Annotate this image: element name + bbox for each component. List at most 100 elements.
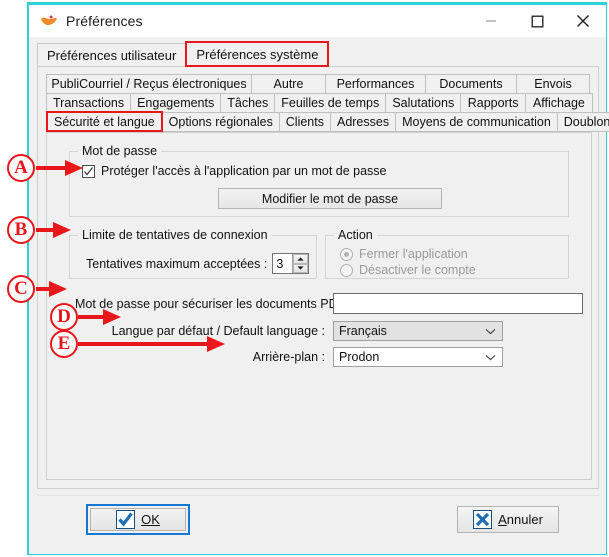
tab-label: Préférences utilisateur: [47, 47, 177, 63]
subtab-affichage[interactable]: Affichage: [524, 93, 593, 113]
subtab-securite-et-langue[interactable]: Sécurité et langue: [46, 111, 163, 132]
subtab-label: Adresses: [336, 115, 390, 129]
ok-button[interactable]: OK: [90, 508, 186, 531]
subtab-engagements[interactable]: Engagements: [130, 93, 222, 113]
subtab-label: Transactions: [53, 96, 125, 110]
subtab-label: Moyens de communication: [402, 115, 551, 129]
background-row: Arrière-plan : Prodon: [75, 347, 503, 367]
max-attempts-row: Tentatives maximum acceptées : 3: [86, 253, 310, 274]
pdf-password-row: Mot de passe pour sécuriser les document…: [75, 293, 583, 314]
max-attempts-stepper[interactable]: 3: [272, 253, 310, 274]
subtab-label: Envois: [534, 77, 572, 91]
subtab-salutations[interactable]: Salutations: [385, 93, 462, 113]
subtab-moyens-de-communication[interactable]: Moyens de communication: [395, 112, 558, 132]
cross-icon: [473, 510, 493, 529]
chevron-up-icon: [297, 257, 304, 261]
tab-label: Préférences système: [196, 46, 319, 62]
tab-preferences-utilisateur[interactable]: Préférences utilisateur: [37, 43, 187, 67]
footer-separator: [37, 495, 599, 496]
protect-access-checkbox-row[interactable]: Protéger l'accès à l'application par un …: [82, 164, 387, 178]
subtab-label: Performances: [336, 77, 415, 91]
window-title: Préférences: [66, 13, 143, 29]
radio-desactiver-compte-label: Désactiver le compte: [359, 263, 476, 277]
radio-fermer-application: [340, 247, 353, 261]
stepper-buttons: [292, 254, 309, 273]
subtab-performances[interactable]: Performances: [325, 74, 426, 94]
subtab-label: PubliCourriel / Reçus électroniques: [51, 77, 247, 91]
minimize-icon: [486, 20, 496, 22]
cancel-rest: nnuler: [506, 512, 543, 527]
chevron-down-icon: [485, 354, 496, 360]
action-group-legend: Action: [334, 228, 377, 242]
subtab-autre[interactable]: Autre: [251, 74, 326, 94]
main-tabstrip: Préférences utilisateur Préférences syst…: [37, 41, 330, 67]
subtab-label: Doublons: [563, 115, 609, 129]
password-groupbox: Mot de passe Protéger l'accès à l'applic…: [69, 144, 569, 217]
stepper-down-button[interactable]: [293, 263, 309, 273]
background-value: Prodon: [339, 350, 380, 364]
maximize-button[interactable]: [514, 5, 560, 37]
subtab-label: Engagements: [137, 96, 215, 110]
cancel-button[interactable]: Annuler: [457, 506, 559, 533]
subtab-label: Documents: [439, 77, 503, 91]
sub-tabstrip: PubliCourriel / Reçus électroniques Autr…: [46, 74, 609, 132]
checkmark-icon: [84, 166, 93, 175]
pdf-password-label: Mot de passe pour sécuriser les document…: [75, 296, 353, 311]
subtab-label: Affichage: [532, 96, 585, 110]
password-group-legend: Mot de passe: [78, 144, 162, 158]
subtab-adresses[interactable]: Adresses: [329, 112, 397, 132]
preferences-window: Préférences Préférences utilisateur Préf…: [27, 2, 609, 555]
stepper-up-button[interactable]: [293, 254, 309, 264]
modify-password-button[interactable]: Modifier le mot de passe: [218, 188, 442, 209]
max-attempts-label: Tentatives maximum acceptées :: [86, 256, 268, 271]
login-attempts-group-legend: Limite de tentatives de connexion: [78, 228, 272, 242]
default-language-label: Langue par défaut / Default language :: [111, 324, 325, 338]
tab-preferences-systeme[interactable]: Préférences système: [185, 41, 330, 67]
radio-row-fermer-application: Fermer l'application: [340, 247, 468, 261]
subtab-doublons[interactable]: Doublons: [556, 112, 609, 132]
securite-et-langue-page: Mot de passe Protéger l'accès à l'applic…: [46, 132, 592, 480]
protect-access-label: Protéger l'accès à l'application par un …: [101, 164, 387, 178]
subtab-envois[interactable]: Envois: [516, 74, 590, 94]
radio-fermer-application-label: Fermer l'application: [359, 247, 468, 261]
login-attempts-groupbox: Limite de tentatives de connexion Tentat…: [69, 228, 317, 279]
subtab-rapports[interactable]: Rapports: [460, 93, 526, 113]
default-language-row: Langue par défaut / Default language : F…: [75, 321, 503, 341]
radio-row-desactiver-compte: Désactiver le compte: [340, 263, 476, 277]
sub-tabrow-2: Transactions Engagements Tâches Feuilles…: [46, 93, 593, 113]
default-language-value: Français: [339, 324, 387, 338]
subtab-options-regionales[interactable]: Options régionales: [161, 112, 280, 132]
pdf-password-input[interactable]: [333, 293, 583, 314]
subtab-label: Feuilles de temps: [281, 96, 380, 110]
subtab-clients[interactable]: Clients: [278, 112, 331, 132]
background-select[interactable]: Prodon: [333, 347, 503, 367]
ok-label-text: OK: [141, 512, 160, 527]
close-icon: [577, 15, 589, 27]
subtab-label: Sécurité et langue: [54, 114, 155, 129]
subtab-taches[interactable]: Tâches: [220, 93, 276, 113]
subtab-label: Salutations: [392, 96, 455, 110]
default-language-select[interactable]: Français: [333, 321, 503, 341]
subtab-label: Options régionales: [168, 115, 273, 129]
close-button[interactable]: [560, 5, 606, 37]
cancel-accel: A: [498, 512, 507, 527]
max-attempts-value[interactable]: 3: [273, 254, 292, 273]
bird-icon: [41, 15, 57, 26]
cancel-button-label: Annuler: [498, 512, 543, 527]
modify-password-label: Modifier le mot de passe: [261, 191, 399, 206]
subtab-feuilles-de-temps[interactable]: Feuilles de temps: [274, 93, 387, 113]
subtab-label: Rapports: [467, 96, 519, 110]
subtab-label: Clients: [285, 115, 324, 129]
sub-tabrow-1: PubliCourriel / Reçus électroniques Autr…: [46, 74, 592, 94]
subtab-label: Autre: [273, 77, 304, 91]
subtab-documents[interactable]: Documents: [425, 74, 517, 94]
background-label: Arrière-plan :: [252, 350, 325, 364]
minimize-button[interactable]: [468, 5, 514, 37]
chevron-down-icon: [485, 328, 496, 334]
annotation-letter: B: [14, 219, 28, 240]
subtab-publicourriel-recus-electroniques[interactable]: PubliCourriel / Reçus électroniques: [46, 74, 252, 94]
action-groupbox: Action Fermer l'application Désactiver l…: [325, 228, 569, 279]
subtab-label: Tâches: [227, 96, 269, 110]
protect-access-checkbox[interactable]: [82, 164, 95, 178]
subtab-transactions[interactable]: Transactions: [46, 93, 132, 113]
